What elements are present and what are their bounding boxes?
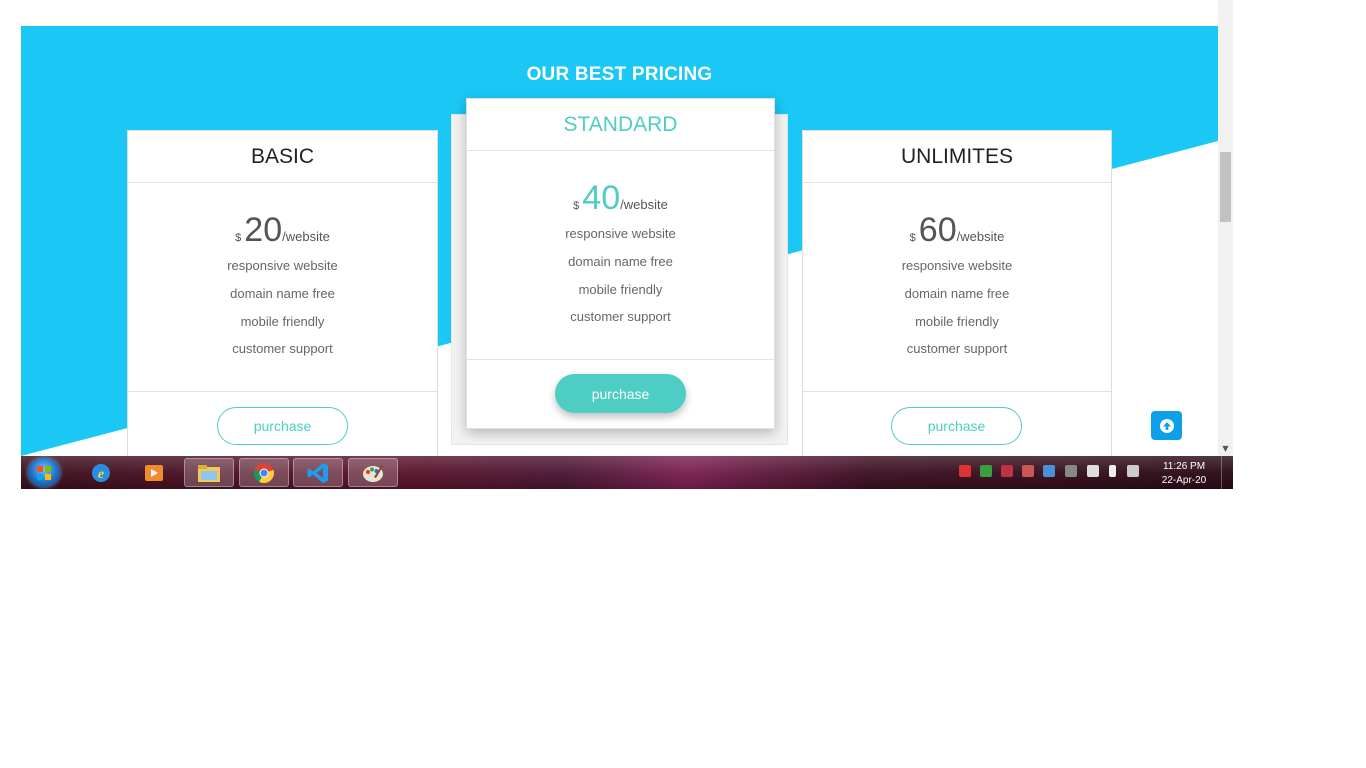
currency-symbol: $ <box>235 232 242 244</box>
plan-name: UNLIMITES <box>803 131 1111 183</box>
taskbar-clock[interactable]: 11:26 PM 22-Apr-20 <box>1154 460 1214 488</box>
pricing-card-basic: BASIC $20/website responsive website dom… <box>127 130 438 456</box>
vertical-scrollbar[interactable]: ▼ <box>1218 0 1233 456</box>
currency-symbol: $ <box>573 200 580 212</box>
web-page: OUR BEST PRICING BASIC $20/website respo… <box>21 0 1218 456</box>
feature-item: mobile friendly <box>240 313 325 329</box>
clock-time: 11:26 PM <box>1162 461 1206 472</box>
feature-item: domain name free <box>904 285 1010 301</box>
plan-price: $20/website <box>128 211 437 250</box>
feature-item: responsive website <box>227 258 338 273</box>
windows-start-icon[interactable] <box>28 458 60 487</box>
feature-item: domain name free <box>230 285 335 301</box>
scroll-down-arrow-icon[interactable]: ▼ <box>1218 441 1233 456</box>
card-footer: purchase <box>803 391 1111 456</box>
feature-item: responsive website <box>901 258 1013 273</box>
plan-price: $40/website <box>467 179 774 218</box>
currency-symbol: $ <box>909 232 916 244</box>
tray-volume-icon[interactable] <box>1127 465 1139 477</box>
card-footer: purchase <box>128 391 437 456</box>
vscode-icon[interactable] <box>293 458 343 487</box>
feature-item: customer support <box>232 341 333 357</box>
arrow-up-icon <box>1159 418 1174 433</box>
card-footer: purchase <box>467 359 774 430</box>
internet-explorer-icon[interactable]: e <box>76 458 126 487</box>
scroll-to-top-button[interactable] <box>1151 411 1182 440</box>
section-title: OUR BEST PRICING <box>526 64 713 85</box>
feature-list: responsive website domain name free mobi… <box>128 252 437 363</box>
plan-name: BASIC <box>128 131 437 183</box>
screen: OUR BEST PRICING BASIC $20/website respo… <box>21 0 1233 489</box>
media-player-icon[interactable] <box>129 458 179 487</box>
paint-icon[interactable] <box>348 458 398 487</box>
feature-item: domain name free <box>568 253 673 269</box>
scrollbar-thumb[interactable] <box>1220 152 1231 222</box>
svg-text:e: e <box>98 467 104 482</box>
feature-list: responsive website domain name free mobi… <box>803 252 1111 363</box>
price-amount: 60 <box>918 211 957 249</box>
feature-item: customer support <box>570 309 671 325</box>
chrome-icon[interactable] <box>239 458 289 487</box>
price-period: /website <box>620 197 668 212</box>
plan-name: STANDARD <box>467 99 774 151</box>
plan-price: $60/website <box>803 211 1111 250</box>
pricing-card-standard: STANDARD $40/website responsive website … <box>466 98 775 429</box>
feature-item: responsive website <box>565 226 676 241</box>
price-period: /website <box>282 229 330 244</box>
purchase-button-standard[interactable]: purchase <box>555 374 686 413</box>
price-amount: 40 <box>582 179 621 217</box>
tray-signal-icon[interactable] <box>1001 465 1013 477</box>
feature-item: mobile friendly <box>578 281 663 297</box>
pricing-card-unlimites: UNLIMITES $60/website responsive website… <box>802 130 1112 456</box>
purchase-button-unlimites[interactable]: purchase <box>891 407 1022 445</box>
tray-battery-icon[interactable] <box>1109 465 1116 477</box>
clock-date: 22-Apr-20 <box>1161 475 1207 486</box>
tray-app-icon[interactable] <box>959 465 971 477</box>
price-amount: 20 <box>244 211 283 249</box>
tray-app-icon[interactable] <box>980 465 992 477</box>
windows-logo-icon <box>37 465 51 480</box>
tray-speaker-icon[interactable] <box>1022 465 1034 477</box>
tray-flag-icon[interactable] <box>1087 465 1099 477</box>
price-period: /website <box>956 229 1005 244</box>
tray-app-icon[interactable] <box>1043 465 1055 477</box>
feature-item: customer support <box>906 341 1008 357</box>
feature-item: mobile friendly <box>915 313 999 329</box>
windows-taskbar: e 11:26 PM 22-Apr-20 <box>21 456 1233 489</box>
show-desktop-button[interactable] <box>1221 456 1233 489</box>
tray-app-icon[interactable] <box>1065 465 1077 477</box>
file-explorer-icon[interactable] <box>184 458 234 487</box>
purchase-button-basic[interactable]: purchase <box>217 407 348 445</box>
feature-list: responsive website domain name free mobi… <box>467 220 774 331</box>
